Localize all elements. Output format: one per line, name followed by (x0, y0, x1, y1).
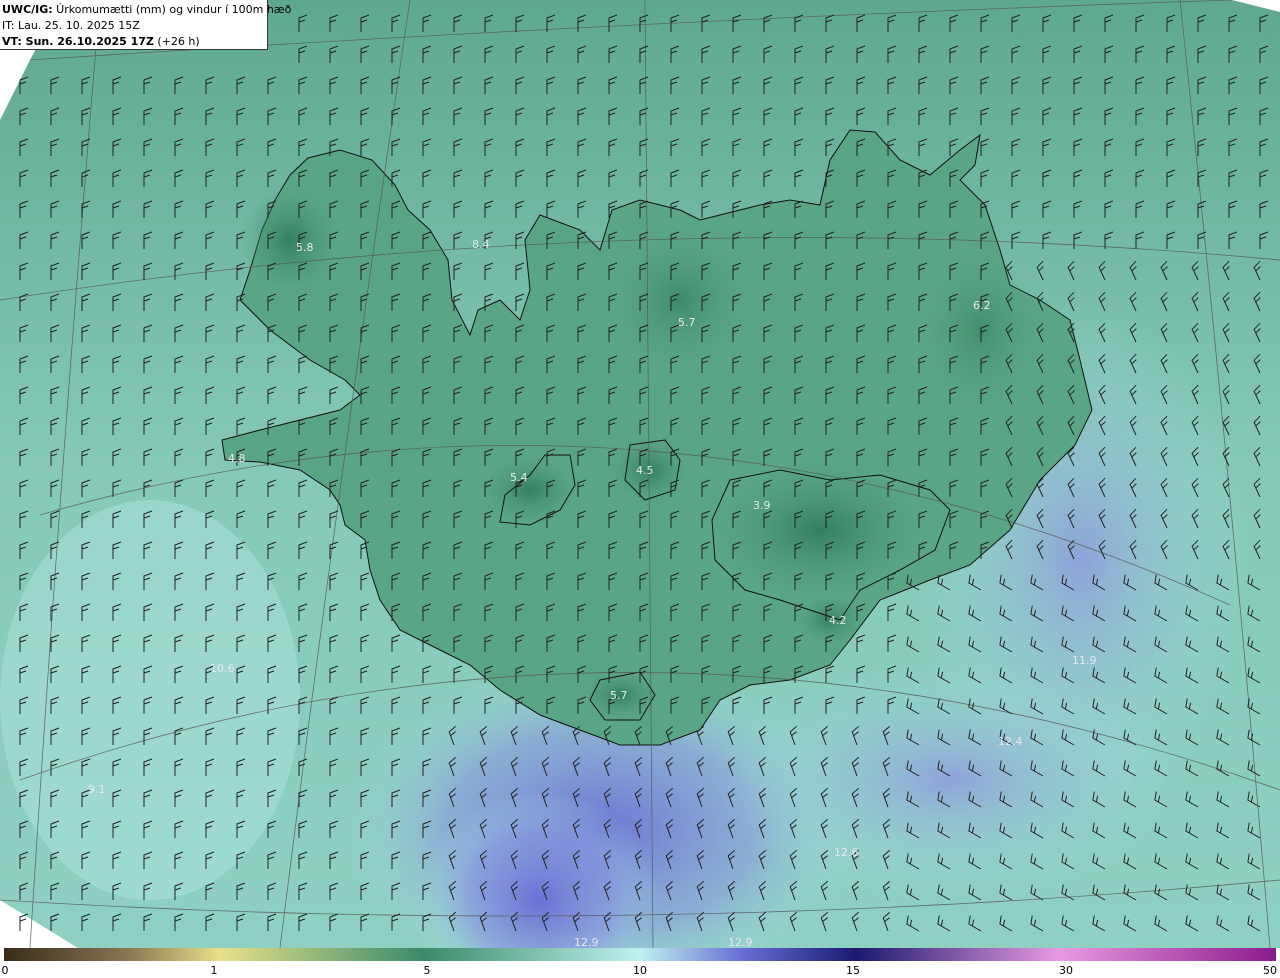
map-label: 11.9 (1072, 654, 1097, 667)
map-label: 9.1 (88, 783, 106, 796)
map-info-box: UWC/IG: Úrkomumætti (mm) og vindur í 100… (0, 0, 291, 50)
colorbar: 0 1 5 10 15 30 50 (0, 948, 1280, 978)
map-label: 12.4 (998, 735, 1023, 748)
map-label: 12.6 (834, 846, 859, 859)
colorbar-tick: 15 (846, 964, 860, 977)
title-row: UWC/IG: Úrkomumætti (mm) og vindur í 100… (2, 2, 291, 18)
map-label: 4.2 (829, 614, 847, 627)
map-label: 5.8 (296, 241, 314, 254)
colorbar-tick: 1 (210, 964, 218, 977)
map-label: 6.2 (973, 299, 991, 312)
model-name: UWC/IG: (2, 3, 53, 16)
map-label: 12.9 (574, 936, 599, 948)
lead-time: (+26 h) (153, 35, 200, 48)
map-label: 3.9 (753, 499, 771, 512)
colorbar-tick: 10 (633, 964, 647, 977)
precipitation-map: 5.8 8.4 5.7 6.2 4.8 5.4 4.5 3.9 4.2 10.6… (0, 0, 1280, 948)
colorbar-tick: 0 (1, 964, 9, 977)
initial-time: IT: Lau. 25. 10. 2025 15Z (2, 19, 140, 32)
valid-time: VT: Sun. 26.10.2025 17Z (2, 35, 154, 48)
map-label: 5.7 (678, 316, 696, 329)
valid-time-row: VT: Sun. 26.10.2025 17Z (+26 h) (2, 34, 267, 50)
map-label: 5.4 (510, 471, 528, 484)
colorbar-tick: 30 (1059, 964, 1073, 977)
map-label: 4.8 (228, 452, 246, 465)
map-label: 12.9 (728, 936, 753, 948)
map-label: 4.5 (636, 464, 654, 477)
colorbar-tick: 50 (1263, 964, 1277, 977)
colorbar-strip (4, 948, 1276, 961)
field-description: Úrkomumætti (mm) og vindur í 100m hæð (52, 3, 292, 16)
map-label: 5.7 (610, 689, 628, 702)
map-label: 8.4 (472, 238, 490, 251)
colorbar-tick: 5 (423, 964, 431, 977)
map-label: 10.6 (210, 662, 235, 675)
